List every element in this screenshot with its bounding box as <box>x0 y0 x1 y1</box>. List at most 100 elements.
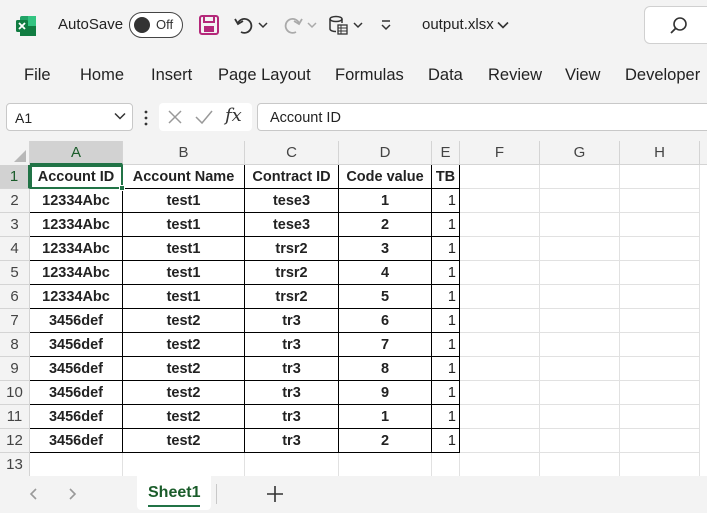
table-cell[interactable]: 2 <box>339 429 432 453</box>
cell-h12[interactable] <box>620 429 700 453</box>
table-cell[interactable]: 9 <box>339 381 432 405</box>
column-header-d[interactable]: D <box>339 141 432 165</box>
table-cell[interactable]: 1 <box>432 333 460 357</box>
table-cell[interactable]: 3456def <box>30 309 123 333</box>
table-header-cell[interactable]: Account Name <box>123 165 245 189</box>
name-box[interactable]: A1 <box>6 103 133 131</box>
cancel-icon[interactable] <box>166 108 184 126</box>
cell-h6[interactable] <box>620 285 700 309</box>
table-cell[interactable]: 1 <box>432 213 460 237</box>
table-cell[interactable]: trsr2 <box>245 285 339 309</box>
cell-h3[interactable] <box>620 213 700 237</box>
cell-h11[interactable] <box>620 405 700 429</box>
table-cell[interactable]: 3 <box>339 237 432 261</box>
cell-g2[interactable] <box>540 189 620 213</box>
row-header-9[interactable]: 9 <box>0 357 30 381</box>
table-header-cell[interactable]: Contract ID <box>245 165 339 189</box>
customize-toolbar-icon[interactable] <box>374 13 398 37</box>
table-cell[interactable]: test2 <box>123 381 245 405</box>
add-sheet-icon[interactable] <box>265 484 285 504</box>
table-cell[interactable]: 1 <box>432 237 460 261</box>
cell-f12[interactable] <box>460 429 540 453</box>
tab-insert[interactable]: Insert <box>151 66 192 85</box>
cell-g10[interactable] <box>540 381 620 405</box>
redo-icon[interactable] <box>281 13 305 37</box>
table-cell[interactable]: test2 <box>123 405 245 429</box>
table-cell[interactable]: tr3 <box>245 357 339 381</box>
cell-g3[interactable] <box>540 213 620 237</box>
tab-view[interactable]: View <box>565 66 600 85</box>
table-cell[interactable]: 1 <box>432 285 460 309</box>
cell-g1[interactable] <box>540 165 620 189</box>
insert-function-icon[interactable]: fx <box>225 105 242 126</box>
cell-h7[interactable] <box>620 309 700 333</box>
spreadsheet-grid[interactable]: A B C D E F G H 1 Account ID Account Name Contract … <box>0 141 707 477</box>
table-cell[interactable]: tese3 <box>245 189 339 213</box>
cell-f4[interactable] <box>460 237 540 261</box>
table-cell[interactable]: 4 <box>339 261 432 285</box>
column-header-h[interactable]: H <box>620 141 700 165</box>
table-cell[interactable]: 5 <box>339 285 432 309</box>
table-cell[interactable]: 1 <box>339 405 432 429</box>
table-header-cell[interactable]: TB <box>432 165 460 189</box>
cell-h1[interactable] <box>620 165 700 189</box>
table-cell[interactable]: 3456def <box>30 429 123 453</box>
autosave-toggle[interactable]: Off <box>129 12 183 38</box>
table-cell[interactable]: test2 <box>123 357 245 381</box>
table-cell[interactable]: test1 <box>123 261 245 285</box>
cell-a13[interactable] <box>30 453 123 477</box>
cell-h9[interactable] <box>620 357 700 381</box>
table-cell[interactable]: 2 <box>339 213 432 237</box>
table-cell[interactable]: tr3 <box>245 381 339 405</box>
enter-check-icon[interactable] <box>194 108 214 126</box>
table-cell[interactable]: 12334Abc <box>30 189 123 213</box>
filename-dropdown-icon[interactable] <box>496 13 510 37</box>
row-header-8[interactable]: 8 <box>0 333 30 357</box>
table-cell[interactable]: test2 <box>123 333 245 357</box>
table-cell[interactable]: 7 <box>339 333 432 357</box>
column-header-e[interactable]: E <box>432 141 460 165</box>
table-cell[interactable]: 12334Abc <box>30 213 123 237</box>
cell-f9[interactable] <box>460 357 540 381</box>
save-icon[interactable] <box>197 13 221 37</box>
undo-dropdown-icon[interactable] <box>256 13 270 37</box>
more-options-icon[interactable] <box>143 110 149 126</box>
row-header-5[interactable]: 5 <box>0 261 30 285</box>
table-cell[interactable]: tr3 <box>245 405 339 429</box>
cell-f11[interactable] <box>460 405 540 429</box>
cell-g8[interactable] <box>540 333 620 357</box>
sheet-tab-sheet1[interactable]: Sheet1 <box>137 476 211 510</box>
cell-g9[interactable] <box>540 357 620 381</box>
cell-e13[interactable] <box>432 453 460 477</box>
table-cell[interactable]: 12334Abc <box>30 261 123 285</box>
scroll-left-icon[interactable] <box>26 485 42 503</box>
table-cell[interactable]: test1 <box>123 189 245 213</box>
cell-g12[interactable] <box>540 429 620 453</box>
table-cell[interactable]: 12334Abc <box>30 237 123 261</box>
table-cell[interactable]: 3456def <box>30 333 123 357</box>
table-cell[interactable]: test1 <box>123 213 245 237</box>
table-header-cell[interactable]: Code value <box>339 165 432 189</box>
scroll-right-icon[interactable] <box>64 485 80 503</box>
table-cell[interactable]: tr3 <box>245 333 339 357</box>
table-cell[interactable]: 1 <box>432 261 460 285</box>
row-header-11[interactable]: 11 <box>0 405 30 429</box>
cell-f2[interactable] <box>460 189 540 213</box>
table-cell[interactable]: 6 <box>339 309 432 333</box>
row-header-13[interactable]: 13 <box>0 453 30 477</box>
column-header-b[interactable]: B <box>123 141 245 165</box>
row-header-7[interactable]: 7 <box>0 309 30 333</box>
cell-g6[interactable] <box>540 285 620 309</box>
cell-f10[interactable] <box>460 381 540 405</box>
cell-h2[interactable] <box>620 189 700 213</box>
cell-g7[interactable] <box>540 309 620 333</box>
row-header-1[interactable]: 1 <box>0 165 30 189</box>
tab-review[interactable]: Review <box>488 66 542 85</box>
tab-file[interactable]: File <box>24 66 51 85</box>
tab-formulas[interactable]: Formulas <box>335 66 404 85</box>
table-cell[interactable]: 3456def <box>30 405 123 429</box>
cell-d13[interactable] <box>339 453 432 477</box>
cell-f5[interactable] <box>460 261 540 285</box>
table-cell[interactable]: 3456def <box>30 357 123 381</box>
cell-b13[interactable] <box>123 453 245 477</box>
